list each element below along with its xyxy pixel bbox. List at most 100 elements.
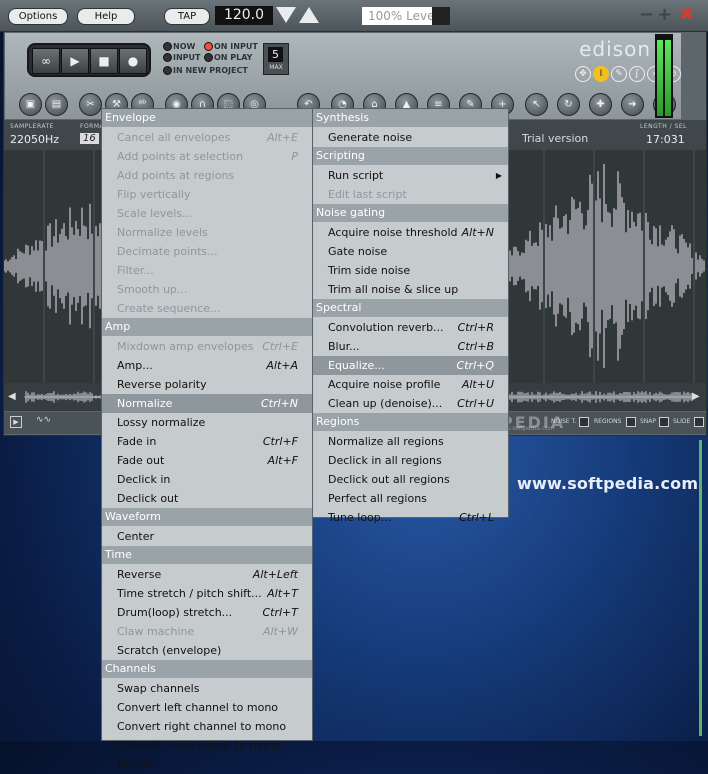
menu-item[interactable]: Equalize... Ctrl+Q [313, 356, 508, 375]
menu-item-shortcut: Ctrl+T [262, 606, 298, 619]
loop-icon[interactable]: ∞ [32, 48, 60, 74]
refresh-icon[interactable]: ↻ [557, 93, 580, 116]
tempo-down-icon[interactable] [276, 7, 296, 23]
save-plus-icon[interactable]: ✚ [589, 93, 612, 116]
menu-item-label: Convert right channel to mono [117, 720, 287, 733]
menu-item-shortcut: Ctrl+L [459, 511, 494, 524]
menu-section-header: Regions [313, 413, 508, 431]
menu-section-header: Synthesis [313, 109, 508, 127]
drag-icon[interactable]: ➜ [621, 93, 644, 116]
menu-item[interactable]: Convert mono signal to mono format [102, 736, 312, 771]
menu-item-label: Decimate points... [117, 245, 218, 258]
menu-item[interactable]: Convert right channel to mono [102, 717, 312, 736]
led-on-input-icon[interactable] [204, 42, 213, 51]
menu-item[interactable]: Drum(loop) stretch... Ctrl+T [102, 603, 312, 622]
mode-move-icon[interactable]: ✥ [575, 66, 591, 82]
wave-small-icon[interactable]: ∿∿ [36, 415, 51, 425]
menu-item: Mixdown amp envelopes Ctrl+E [102, 337, 312, 356]
save-icon[interactable]: ▣ [19, 93, 42, 116]
menu-item[interactable]: Amp... Alt+A [102, 356, 312, 375]
menu-item-label: Normalize levels [117, 226, 208, 239]
menu-item[interactable]: Declick in all regions [313, 451, 508, 470]
menu-item[interactable]: Convert left channel to mono [102, 698, 312, 717]
stop-icon[interactable]: ■ [90, 48, 118, 74]
opt-new-project: IN NEW PROJECT [173, 66, 248, 75]
menu-item[interactable]: Acquire noise threshold Alt+N [313, 223, 508, 242]
snap-checkbox[interactable] [659, 417, 669, 427]
menu-item[interactable]: Acquire noise profile Alt+U [313, 375, 508, 394]
help-button[interactable]: Help [77, 8, 135, 25]
menu-item[interactable]: Tune loop... Ctrl+L [313, 508, 508, 527]
menu-item-label: Filter... [117, 264, 154, 277]
menu-item[interactable]: Declick in [102, 470, 312, 489]
led-on-play-icon[interactable] [204, 53, 213, 62]
max-box[interactable]: 5 MAX [263, 43, 289, 75]
tempo-display[interactable]: 120.0 [215, 6, 273, 25]
menu-item-shortcut: P [291, 150, 298, 163]
tempo-up-icon[interactable] [299, 7, 319, 23]
menu-item[interactable]: Clean up (denoise)... Ctrl+U [313, 394, 508, 413]
menu-item-label: Declick in all regions [328, 454, 442, 467]
noise-checkbox[interactable] [579, 417, 589, 427]
menu-item[interactable]: Fade out Alt+F [102, 451, 312, 470]
menu-item-shortcut: Alt+U [461, 378, 494, 391]
menu-item[interactable]: Generate noise [313, 128, 508, 147]
menu-item: Filter... [102, 261, 312, 280]
tap-button[interactable]: TAP [164, 8, 210, 25]
menu-item[interactable]: Convolution reverb... Ctrl+R [313, 318, 508, 337]
scroll-right-icon[interactable]: ▶ [692, 391, 700, 402]
menu-item-label: Equalize... [328, 359, 385, 372]
maximize-icon[interactable]: + [657, 4, 672, 25]
menu-item[interactable]: Fade in Ctrl+F [102, 432, 312, 451]
level-display[interactable]: 100% Level [362, 7, 450, 25]
record-icon[interactable]: ● [119, 48, 147, 74]
led-now-icon[interactable] [163, 42, 172, 51]
menu-item-shortcut: Ctrl+U [457, 397, 494, 410]
menu-item[interactable]: Lossy normalize [102, 413, 312, 432]
menu-item-shortcut: Ctrl+R [457, 321, 494, 334]
menu-item[interactable]: Run script ▶ [313, 166, 508, 185]
menu-item[interactable]: Center [102, 527, 312, 546]
menu-item[interactable]: Scratch (envelope) [102, 641, 312, 660]
led-new-project-icon[interactable] [163, 66, 172, 75]
mode-curve-icon[interactable]: ʃ [629, 66, 645, 82]
regions-checkbox[interactable] [626, 417, 636, 427]
menu-item-label: Clean up (denoise)... [328, 397, 443, 410]
cut-icon[interactable]: ✂ [79, 93, 102, 116]
options-button[interactable]: Options [8, 8, 68, 25]
softpedia-url: www.softpedia.com [517, 474, 699, 493]
format-value[interactable]: 16 [80, 133, 99, 144]
led-input-icon[interactable] [163, 53, 172, 62]
document-icon[interactable]: ▤ [45, 93, 68, 116]
menu-item[interactable]: Trim side noise [313, 261, 508, 280]
close-icon[interactable]: ✖ [679, 4, 694, 25]
menu-item[interactable]: Reverse Alt+Left [102, 565, 312, 584]
noise-label: NOISE T. [551, 418, 577, 425]
menu-item[interactable]: Trim all noise & slice up [313, 280, 508, 299]
menu-item[interactable]: Reverse polarity [102, 375, 312, 394]
menu-item[interactable]: Blur... Ctrl+B [313, 337, 508, 356]
opt-on-input: ON INPUT [214, 42, 258, 51]
menu-item-label: Trim all noise & slice up [328, 283, 459, 296]
menu-item[interactable]: Declick out [102, 489, 312, 508]
cursor-icon[interactable]: ↖ [525, 93, 548, 116]
menu-item-label: Flip vertically [117, 188, 191, 201]
play-icon[interactable]: ▶ [61, 48, 89, 74]
menu-item[interactable]: Gate noise [313, 242, 508, 261]
minimize-icon[interactable]: − [639, 4, 654, 25]
mode-draw-icon[interactable]: ✎ [611, 66, 627, 82]
menu-item[interactable]: Perfect all regions [313, 489, 508, 508]
slide-checkbox[interactable] [694, 417, 704, 427]
menu-item-label: Scratch (envelope) [117, 644, 222, 657]
menu-item[interactable]: Normalize Ctrl+N [102, 394, 312, 413]
menu-item-shortcut: Ctrl+Q [456, 359, 494, 372]
menu-item[interactable]: Normalize all regions [313, 432, 508, 451]
snap-label: SNAP [640, 418, 657, 425]
edison-logo: edison [579, 37, 651, 61]
play-small-icon[interactable]: ▶ [10, 416, 22, 428]
menu-item-label: Edit last script [328, 188, 407, 201]
menu-item[interactable]: Declick out all regions [313, 470, 508, 489]
menu-item[interactable]: Swap channels [102, 679, 312, 698]
mode-select-icon[interactable]: I [593, 66, 609, 82]
menu-item[interactable]: Time stretch / pitch shift... Alt+T [102, 584, 312, 603]
